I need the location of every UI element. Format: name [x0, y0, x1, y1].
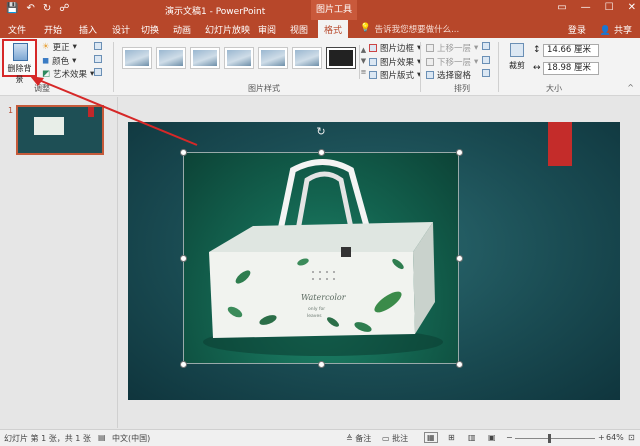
reading-view-icon[interactable]: ▥: [468, 433, 476, 442]
slide-count-status: 幻灯片 第 1 张，共 1 张: [4, 434, 91, 443]
normal-view-icon[interactable]: ▦: [424, 432, 438, 443]
slideshow-icon[interactable]: ▣: [488, 433, 496, 442]
fit-slide-icon[interactable]: ⊡: [628, 433, 635, 442]
zoom-level[interactable]: 64%: [606, 433, 624, 442]
zoom-in-icon[interactable]: +: [598, 433, 605, 442]
zoom-slider-track[interactable]: [515, 438, 595, 439]
language-status[interactable]: 中文(中国): [112, 433, 150, 444]
zoom-out-icon[interactable]: −: [506, 433, 513, 442]
zoom-slider-thumb[interactable]: [548, 434, 551, 443]
comments-button[interactable]: ▭ 批注: [382, 433, 408, 444]
spellcheck-icon[interactable]: ▤: [98, 433, 106, 442]
status-bar: 幻灯片 第 1 张，共 1 张 ▤ 中文(中国) ≜ 备注 ▭ 批注 ▦ ⊞ ▥…: [0, 429, 640, 446]
notes-button[interactable]: ≜ 备注: [346, 433, 371, 444]
annotation-arrow: [30, 76, 198, 146]
notes-label: 备注: [355, 434, 372, 443]
slide-sorter-icon[interactable]: ⊞: [448, 433, 455, 442]
comments-label: 批注: [392, 434, 409, 443]
